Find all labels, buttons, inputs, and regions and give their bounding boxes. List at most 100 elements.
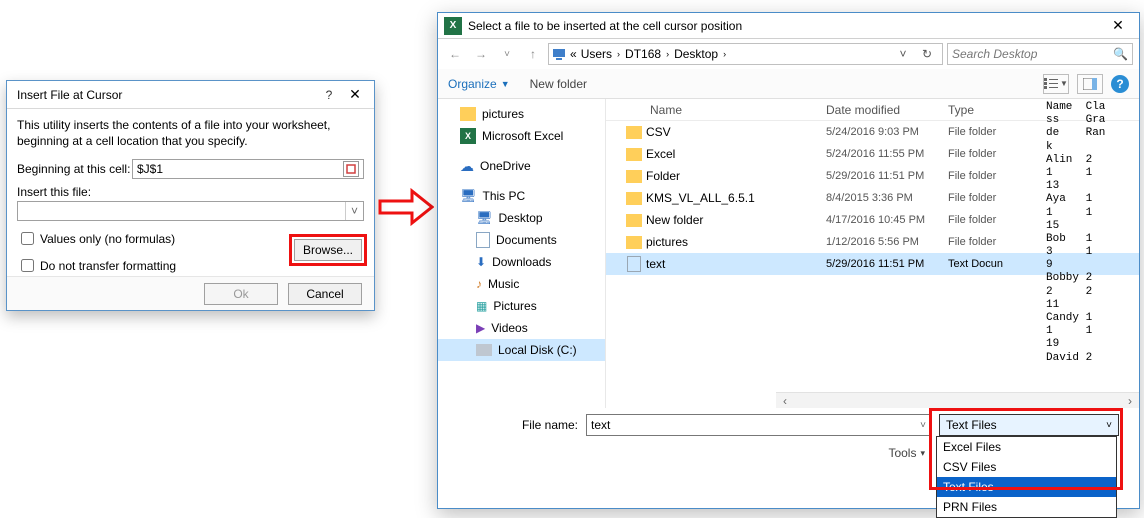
file-type-filter[interactable]: Text Files ˅: [939, 414, 1119, 436]
sidebar-item-label: Videos: [491, 321, 527, 335]
no-transfer-label: Do not transfer formatting: [40, 259, 176, 273]
breadcrumb-item[interactable]: «: [570, 47, 577, 61]
folder-icon: [626, 236, 642, 249]
file-open-body: picturesXMicrosoft Excel ☁ OneDrive 🖥This P…: [438, 99, 1139, 408]
sidebar-item[interactable]: XMicrosoft Excel: [438, 125, 605, 147]
chevron-down-icon[interactable]: ˅: [920, 420, 926, 431]
organize-menu[interactable]: Organize▼: [448, 77, 510, 91]
file-date: 5/29/2016 11:51 PM: [826, 170, 948, 182]
folder-icon: [626, 170, 642, 183]
file-name: Folder: [646, 169, 826, 183]
sidebar-item[interactable]: 🖥This PC: [438, 185, 605, 207]
recent-locations-icon[interactable]: ˅: [496, 43, 518, 65]
sidebar-item[interactable]: ▦ Pictures: [438, 295, 605, 317]
help-icon[interactable]: ?: [316, 88, 342, 102]
sidebar-item[interactable]: ▶Videos: [438, 317, 605, 339]
preview-pane-button[interactable]: [1077, 74, 1103, 94]
file-name-input[interactable]: text ˅: [586, 414, 931, 436]
sidebar-item[interactable]: pictures: [438, 103, 605, 125]
sidebar-item[interactable]: Local Disk (C:): [438, 339, 605, 361]
sidebar-item-label: Music: [488, 277, 519, 291]
chevron-down-icon: ▼: [501, 79, 510, 89]
insert-file-titlebar: Insert File at Cursor ? ✕: [7, 81, 374, 109]
file-type-dropdown[interactable]: Excel FilesCSV FilesText FilesPRN Files: [936, 436, 1117, 518]
chevron-down-icon: ˅: [345, 202, 363, 220]
beginning-cell-input[interactable]: $J$1: [132, 159, 364, 179]
insert-file-title: Insert File at Cursor: [17, 88, 316, 102]
breadcrumb-item[interactable]: DT168: [625, 47, 661, 61]
insert-file-description: This utility inserts the contents of a f…: [17, 117, 364, 149]
nav-up-icon[interactable]: ↑: [522, 43, 544, 65]
range-picker-icon[interactable]: [343, 161, 359, 177]
ok-button[interactable]: Ok: [204, 283, 278, 305]
file-type: File folder: [948, 236, 1014, 248]
refresh-icon[interactable]: ↻: [915, 47, 939, 61]
insert-file-combo[interactable]: ˅: [17, 201, 364, 221]
sidebar-item[interactable]: 🖥Desktop: [438, 207, 605, 229]
file-date: 1/12/2016 5:56 PM: [826, 236, 948, 248]
scroll-left-icon[interactable]: ‹: [778, 394, 792, 408]
file-type-option[interactable]: CSV Files: [937, 457, 1116, 477]
nav-back-icon[interactable]: ←: [444, 43, 466, 65]
folder-icon: [626, 214, 642, 227]
no-transfer-checkbox[interactable]: [21, 259, 34, 272]
breadcrumb-item[interactable]: Users: [581, 47, 612, 61]
column-header-name[interactable]: Name: [606, 103, 826, 117]
file-date: 4/17/2016 10:45 PM: [826, 214, 948, 226]
file-open-dialog: X Select a file to be inserted at the ce…: [437, 12, 1140, 509]
file-date: 5/29/2016 11:51 PM: [826, 258, 948, 270]
insert-file-dialog: Insert File at Cursor ? ✕ This utility i…: [6, 80, 375, 311]
downloads-icon: ⬇: [476, 255, 486, 269]
sidebar-item-label: OneDrive: [480, 159, 531, 173]
file-date: 8/4/2015 3:36 PM: [826, 192, 948, 204]
chevron-down-icon: ▼: [1060, 79, 1068, 88]
file-type: File folder: [948, 192, 1014, 204]
documents-icon: [476, 232, 490, 248]
file-type-option[interactable]: Text Files: [937, 477, 1116, 497]
text-file-icon: [627, 256, 641, 272]
onedrive-icon: ☁: [460, 158, 474, 175]
address-dropdown-icon[interactable]: ˅: [891, 47, 915, 61]
beginning-cell-value: $J$1: [137, 162, 163, 176]
sidebar-item-label: Local Disk (C:): [498, 343, 577, 357]
cancel-button[interactable]: Cancel: [288, 283, 362, 305]
help-icon[interactable]: ?: [1111, 75, 1129, 93]
music-icon: ♪: [476, 277, 482, 291]
sidebar-item[interactable]: Documents: [438, 229, 605, 251]
file-type: Text Docun: [948, 258, 1014, 270]
sidebar-item[interactable]: ☁ OneDrive: [438, 155, 605, 177]
search-input[interactable]: Search Desktop 🔍: [947, 43, 1133, 65]
close-icon[interactable]: ✕: [342, 86, 368, 103]
chevron-down-icon: ˅: [1106, 420, 1112, 431]
file-type-option[interactable]: PRN Files: [937, 497, 1116, 517]
nav-forward-icon[interactable]: →: [470, 43, 492, 65]
folder-icon: [626, 192, 642, 205]
file-type: File folder: [948, 148, 1014, 160]
tools-menu[interactable]: Tools ▾: [888, 446, 925, 460]
breadcrumb-item[interactable]: Desktop: [674, 47, 718, 61]
chevron-down-icon: ▾: [920, 448, 925, 459]
sidebar-item[interactable]: ⬇Downloads: [438, 251, 605, 273]
sidebar-item-label: Pictures: [493, 299, 536, 313]
values-only-checkbox[interactable]: [21, 232, 34, 245]
file-name: Excel: [646, 147, 826, 161]
new-folder-button[interactable]: New folder: [530, 77, 587, 91]
column-header-date[interactable]: Date modified: [826, 103, 948, 117]
breadcrumb[interactable]: « Users › DT168 › Desktop › ˅ ↻: [548, 43, 943, 65]
close-icon[interactable]: ✕: [1103, 17, 1133, 34]
file-date: 5/24/2016 9:03 PM: [826, 126, 948, 138]
sidebar-item-label: This PC: [483, 189, 526, 203]
file-open-footer: File name: text ˅ Text Files ˅ Tools ▾ E…: [438, 408, 1139, 508]
column-header-type[interactable]: Type: [948, 103, 1014, 117]
file-type-option[interactable]: Excel Files: [937, 437, 1116, 457]
pictures-icon: ▦: [476, 299, 487, 313]
view-mode-button[interactable]: ▼: [1043, 74, 1069, 94]
insert-file-label: Insert this file:: [17, 185, 364, 199]
pc-icon: [552, 47, 566, 61]
search-icon: 🔍: [1113, 47, 1128, 61]
folder-icon: [626, 148, 642, 161]
sidebar-item[interactable]: ♪ Music: [438, 273, 605, 295]
annotation-highlight: [289, 234, 367, 266]
file-type: File folder: [948, 214, 1014, 226]
folder-icon: [626, 126, 642, 139]
